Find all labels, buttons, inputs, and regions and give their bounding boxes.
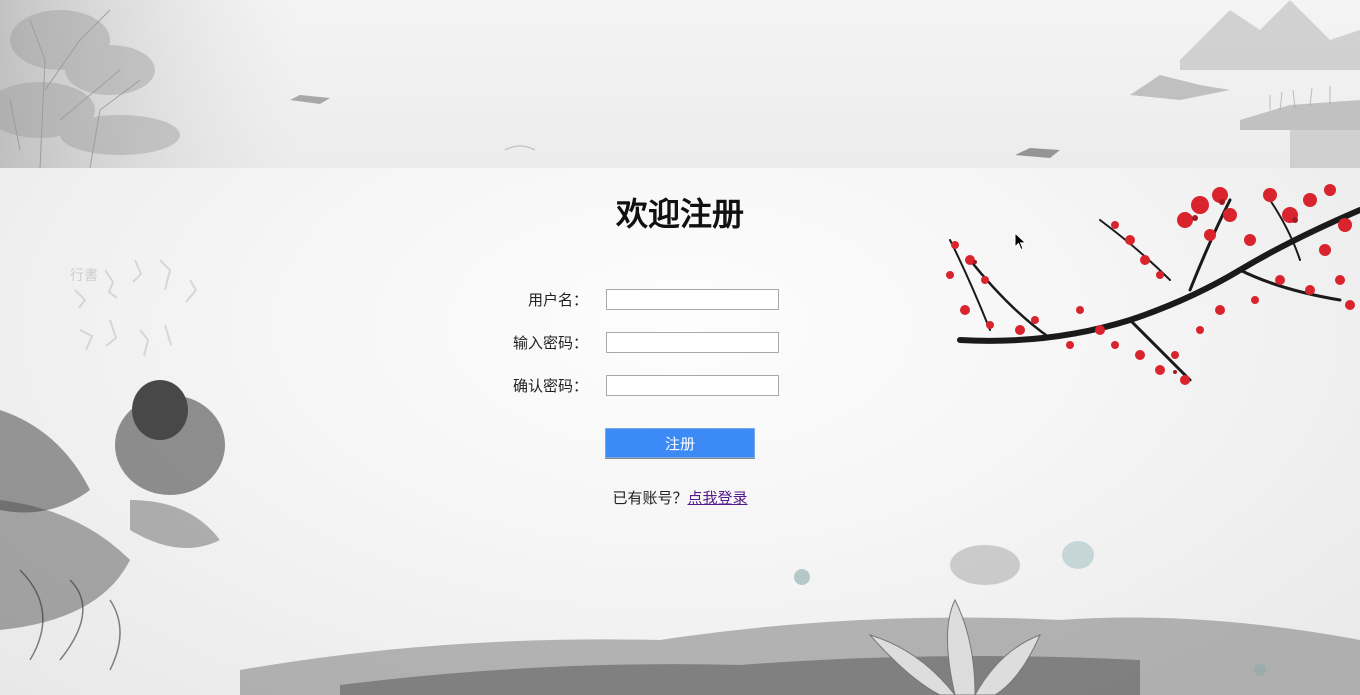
landscape-banner xyxy=(0,0,1360,168)
mouse-pointer-icon xyxy=(1014,232,1027,251)
confirm-password-label: 确认密码： xyxy=(512,377,588,395)
landscape-painting xyxy=(0,0,1360,168)
page-title: 欢迎注册 xyxy=(615,195,744,233)
login-link[interactable]: 点我登录 xyxy=(688,489,748,507)
username-input[interactable] xyxy=(606,289,779,310)
password-row: 输入密码： xyxy=(0,332,1360,356)
username-row: 用户名： xyxy=(0,289,1360,313)
lotus-ink-wash xyxy=(240,541,1360,695)
confirm-password-input[interactable] xyxy=(606,375,779,396)
register-page: 行書 欢迎注册 用户名： 输入密码： 确认密码： 注册 已有账号？点我登录 xyxy=(0,0,1360,695)
svg-text:行書: 行書 xyxy=(70,268,98,284)
password-input[interactable] xyxy=(606,332,779,353)
confirm-password-row: 确认密码： xyxy=(0,375,1360,399)
login-prompt: 已有账号？点我登录 xyxy=(0,487,1360,509)
username-label: 用户名： xyxy=(527,291,588,309)
password-label: 输入密码： xyxy=(512,334,588,352)
login-prompt-text: 已有账号？ xyxy=(612,489,688,507)
register-button[interactable]: 注册 xyxy=(605,428,755,458)
